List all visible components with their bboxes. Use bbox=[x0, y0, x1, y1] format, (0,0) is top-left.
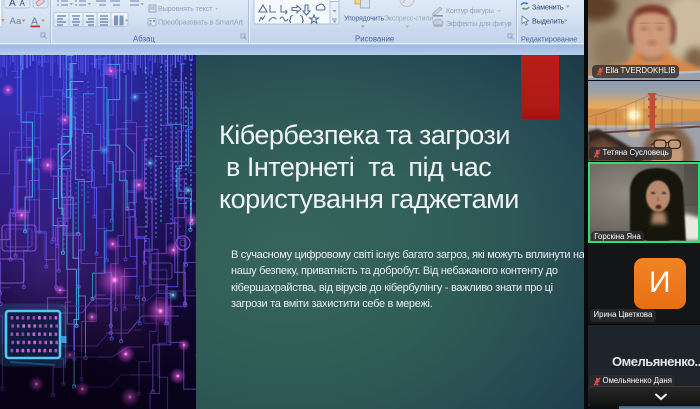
svg-text:Рисование: Рисование bbox=[355, 35, 394, 44]
svg-text:Упорядочить: Упорядочить bbox=[344, 16, 385, 23]
svg-text:Аа: Аа bbox=[10, 16, 22, 27]
svg-text:Выровнять текст: Выровнять текст bbox=[158, 4, 213, 13]
svg-text:A: A bbox=[20, 0, 26, 8]
svg-text:Контур фигуры: Контур фигуры bbox=[446, 8, 494, 15]
svg-text:Преобразовать в SmartArt: Преобразовать в SmartArt bbox=[158, 18, 243, 27]
svg-text:А: А bbox=[9, 0, 16, 9]
svg-text:Эффекты для фигур: Эффекты для фигур bbox=[446, 21, 512, 28]
svg-text:Абзац: Абзац bbox=[133, 35, 155, 44]
svg-text:Заменить: Заменить bbox=[532, 3, 564, 12]
svg-text:Выделить: Выделить bbox=[532, 17, 565, 26]
svg-text:Экспресс-стили: Экспресс-стили bbox=[384, 16, 433, 23]
svg-text:Редактирование: Редактирование bbox=[521, 35, 577, 44]
